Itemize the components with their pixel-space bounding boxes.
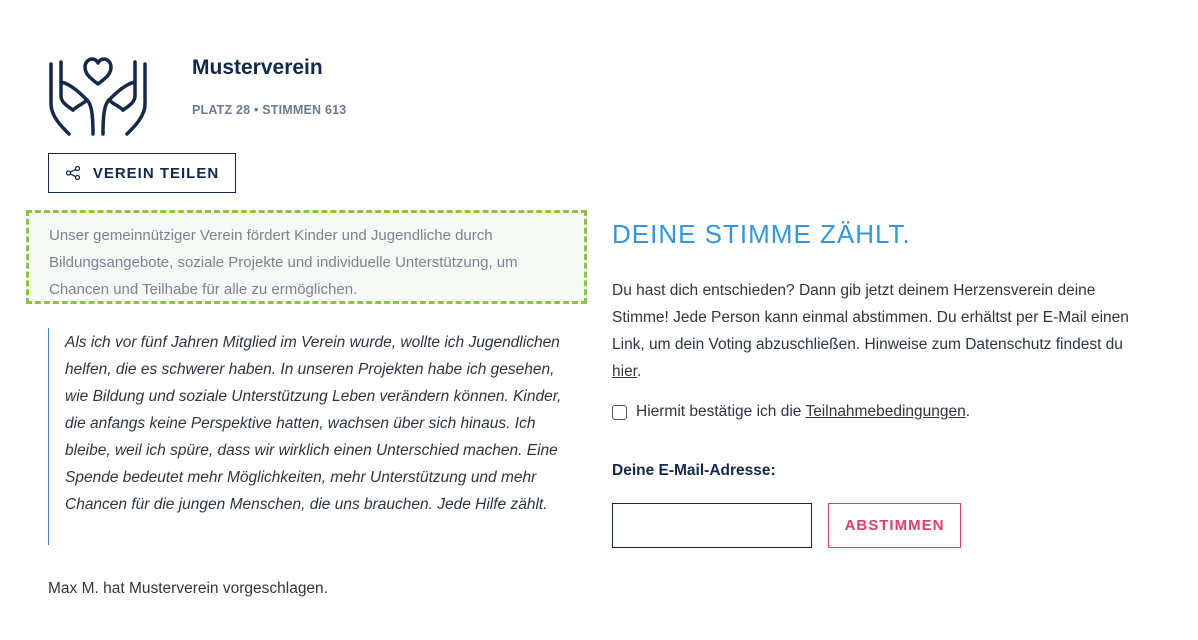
member-quote: Als ich vor fünf Jahren Mitglied im Vere… bbox=[48, 328, 568, 545]
vote-heading: DEINE STIMME ZÄHLT. bbox=[612, 219, 911, 249]
terms-consent: Hiermit bestätige ich die Teilnahmebedin… bbox=[612, 403, 970, 421]
share-button[interactable]: VEREIN TEILEN bbox=[48, 153, 236, 193]
vote-info-text-body: Du hast dich entschieden? Dann gib jetzt… bbox=[612, 282, 1129, 353]
email-label: Deine E-Mail-Adresse: bbox=[612, 462, 776, 479]
vote-info-text: Du hast dich entschieden? Dann gib jetzt… bbox=[612, 277, 1137, 385]
share-icon bbox=[65, 165, 80, 181]
share-button-label: VEREIN TEILEN bbox=[92, 164, 220, 182]
terms-checkbox[interactable] bbox=[612, 404, 627, 420]
terms-consent-label: Hiermit bestätige ich die Teilnahmebedin… bbox=[636, 403, 970, 421]
organization-name: Musterverein bbox=[192, 56, 323, 79]
organization-description: Unser gemeinnütziger Verein fördert Kind… bbox=[26, 210, 587, 304]
vote-info-text-end: . bbox=[637, 363, 642, 380]
proposed-by-text: Max M. hat Musterverein vorgeschlagen. bbox=[48, 580, 328, 597]
email-input[interactable] bbox=[612, 503, 812, 548]
privacy-link[interactable]: hier bbox=[612, 363, 637, 380]
terms-link[interactable]: Teilnahmebedingungen bbox=[805, 403, 965, 420]
terms-consent-text: Hiermit bestätige ich die bbox=[636, 403, 806, 420]
vote-button[interactable]: ABSTIMMEN bbox=[828, 503, 961, 548]
heart-hands-icon bbox=[49, 57, 147, 136]
terms-consent-end: . bbox=[965, 403, 971, 420]
organization-rank-votes: PLATZ 28 • STIMMEN 613 bbox=[192, 103, 347, 117]
